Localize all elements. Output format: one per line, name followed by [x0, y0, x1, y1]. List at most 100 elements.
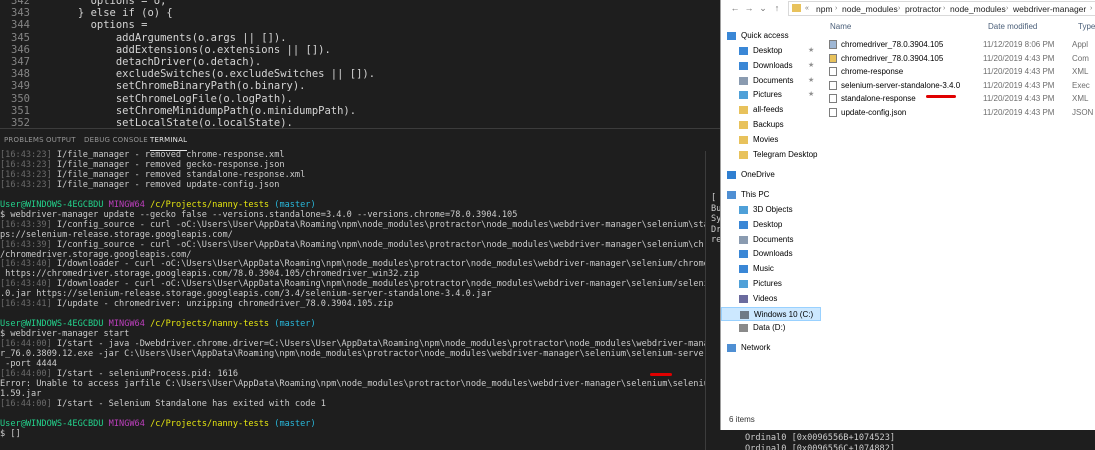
breadcrumb-overflow-icon[interactable]: «	[805, 3, 809, 15]
file-name: chrome-response	[841, 67, 904, 76]
pc-pictures-icon	[739, 280, 748, 288]
prompt-user: User@WINDOWS-4EGCBDU	[0, 319, 104, 330]
tab-debug-console[interactable]: DEBUG CONSOLE	[84, 129, 148, 151]
file-type: Exec	[1072, 80, 1090, 90]
nav-this-pc[interactable]: This PC	[721, 188, 821, 202]
file-row[interactable]: selenium-server-standalone-3.4.0 11/20/20…	[828, 79, 1095, 92]
terminal-scrollbar[interactable]	[705, 151, 706, 450]
chevron-down-icon[interactable]: ⌄	[757, 2, 769, 14]
file-row[interactable]: standalone-response 11/20/2019 4:43 PM XML	[828, 92, 1095, 105]
nav-quick-access[interactable]: Quick access	[721, 29, 821, 43]
nav-label: Data (D:)	[753, 323, 786, 333]
timestamp: [16:43:39]	[0, 239, 52, 250]
log-text: I/file_manager - removed chrome-response…	[51, 150, 285, 160]
breadcrumb-separator-icon: ›	[835, 5, 838, 12]
breadcrumb-node-modules-2[interactable]: node_modules	[950, 3, 1006, 15]
nav-pc-pictures[interactable]: Pictures	[721, 277, 821, 291]
file-row[interactable]: update-config.json 11/20/2019 4:43 PM JSON	[828, 106, 1095, 119]
breadcrumb-node-modules[interactable]: node_modules	[842, 3, 898, 15]
prompt-user: User@WINDOWS-4EGCBDU	[0, 199, 104, 210]
breadcrumb-separator-icon: ›	[1090, 5, 1093, 12]
nav-downloads[interactable]: Downloads ★	[721, 59, 821, 73]
nav-network[interactable]: Network	[721, 341, 821, 355]
terminal-output[interactable]: [16:43:23] I/file_manager - removed chro…	[0, 149, 705, 450]
pin-icon: ★	[808, 61, 815, 69]
bottom-panel: PROBLEMS OUTPUT DEBUG CONSOLE TERMINAL […	[0, 128, 720, 450]
nav-pc-desktop[interactable]: Desktop	[721, 218, 821, 232]
this-pc-icon	[727, 191, 736, 199]
status-bar-count: 6 items	[729, 415, 755, 424]
nav-pc-downloads[interactable]: Downloads	[721, 247, 821, 261]
address-bar[interactable]: « npm › node_modules › protractor › node…	[788, 1, 1095, 16]
documents-icon	[739, 76, 748, 85]
terminal-text: ps://selenium-release.storage.googleapis…	[0, 229, 233, 240]
terminal-text: $ []	[0, 428, 21, 439]
breadcrumb-protractor[interactable]: protractor	[905, 3, 941, 15]
nav-pc-windows-10-c-[interactable]: Windows 10 (C:)	[721, 306, 821, 321]
network-icon	[727, 344, 736, 352]
all-feeds-icon	[739, 106, 748, 115]
nav-telegram-desktop[interactable]: Telegram Desktop	[721, 148, 821, 162]
log-text: I/file_manager - removed update-config.j…	[51, 179, 280, 190]
file-type: Com	[1072, 53, 1089, 63]
file-row[interactable]: chromedriver_78.0.3904.105 11/20/2019 4:4…	[828, 52, 1095, 65]
nav-label: Movies	[753, 134, 779, 144]
navigation-pane: Quick access Desktop ★ Downloads ★ Documents ★…	[721, 20, 825, 430]
log-text: I/downloader - curl -oC:\Users\User\AppD…	[56, 279, 705, 290]
file-date: 11/20/2019 4:43 PM	[983, 53, 1055, 63]
column-name[interactable]: Name	[830, 22, 851, 32]
file-row[interactable]: chrome-response 11/20/2019 4:43 PM XML	[828, 65, 1095, 78]
doc-file-icon	[829, 67, 837, 76]
column-type[interactable]: Type	[1078, 22, 1095, 32]
code-editor[interactable]: 342 options = o; 343 } else if (o) {344 o…	[0, 0, 720, 128]
jar-file-icon	[829, 80, 837, 90]
breadcrumb-webdriver-manager[interactable]: webdriver-manager	[1013, 3, 1086, 15]
nav-backups[interactable]: Backups	[721, 118, 821, 132]
nav-pc-3d-objects[interactable]: 3D Objects	[721, 203, 821, 217]
desktop-icon	[739, 47, 748, 55]
forward-arrow-icon[interactable]: →	[743, 2, 755, 14]
code-text: setChromeLogFile(o.logPath).	[40, 92, 293, 105]
prompt-path: /c/Projects/nanny-tests	[150, 319, 270, 330]
pin-icon: ★	[808, 76, 815, 84]
terminal-text: -port 4444	[0, 358, 57, 369]
terminal-line: [16:43:23] I/file_manager - removed upda…	[0, 180, 279, 191]
tab-terminal[interactable]: TERMINAL	[150, 129, 188, 151]
tab-output[interactable]: OUTPUT	[46, 129, 76, 151]
prompt-line: User@WINDOWS-4EGCBDU MINGW64 /c/Projects…	[0, 419, 316, 430]
terminal-text: .0.jar https://selenium-release.storage.…	[0, 289, 492, 300]
terminal-text: /chromedriver.storage.googleapis.com/	[0, 249, 192, 260]
back-arrow-icon[interactable]: ←	[729, 2, 741, 14]
nav-label: Network	[741, 343, 771, 352]
up-arrow-icon[interactable]: ↑	[771, 2, 783, 14]
nav-pc-videos[interactable]: Videos	[721, 292, 821, 306]
nav-movies[interactable]: Movies	[721, 133, 821, 147]
file-name: selenium-server-standalone-3.4.0	[841, 80, 961, 90]
nav-label: Desktop	[753, 46, 783, 55]
prompt-shell: MINGW64	[108, 199, 145, 210]
file-name: standalone-response	[841, 94, 916, 103]
terminal-line: [16:44:00] I/start - Selenium Standalone…	[0, 399, 326, 410]
timestamp: [16:43:23]	[0, 159, 52, 170]
file-row[interactable]: chromedriver_78.0.3904.105 11/12/2019 8:0…	[828, 38, 1095, 51]
log-text: I/config_source - curl -oC:\Users\User\A…	[56, 239, 705, 250]
nav-pc-data-d-[interactable]: Data (D:)	[721, 321, 821, 335]
terminal-line: [16:43:41] I/update - chromedriver: unzi…	[0, 299, 393, 310]
nav-pc-music[interactable]: Music	[721, 262, 821, 276]
nav-all-feeds[interactable]: all-feeds	[721, 103, 821, 117]
movies-icon	[739, 135, 748, 144]
code-line: 352 setLocalState(o.localState).	[0, 117, 293, 128]
nav-pc-documents[interactable]: Documents	[721, 233, 821, 247]
column-date-modified[interactable]: Date modified	[988, 22, 1037, 32]
code-text: setChromeMinidumpPath(o.minidumpPath).	[40, 104, 357, 117]
downloads-icon	[739, 61, 748, 70]
nav-desktop[interactable]: Desktop ★	[721, 44, 821, 58]
nav-documents[interactable]: Documents ★	[721, 74, 821, 88]
terminal-text: 1.59.jar	[0, 388, 42, 399]
breadcrumb-npm[interactable]: npm	[816, 3, 833, 15]
nav-onedrive[interactable]: OneDrive	[721, 168, 821, 182]
file-explorer-window: ← → ⌄ ↑ « npm › node_modules › protracto…	[720, 0, 1095, 430]
file-name: chromedriver_78.0.3904.105	[841, 53, 944, 63]
nav-pictures[interactable]: Pictures ★	[721, 88, 821, 102]
tab-problems[interactable]: PROBLEMS	[4, 129, 44, 151]
